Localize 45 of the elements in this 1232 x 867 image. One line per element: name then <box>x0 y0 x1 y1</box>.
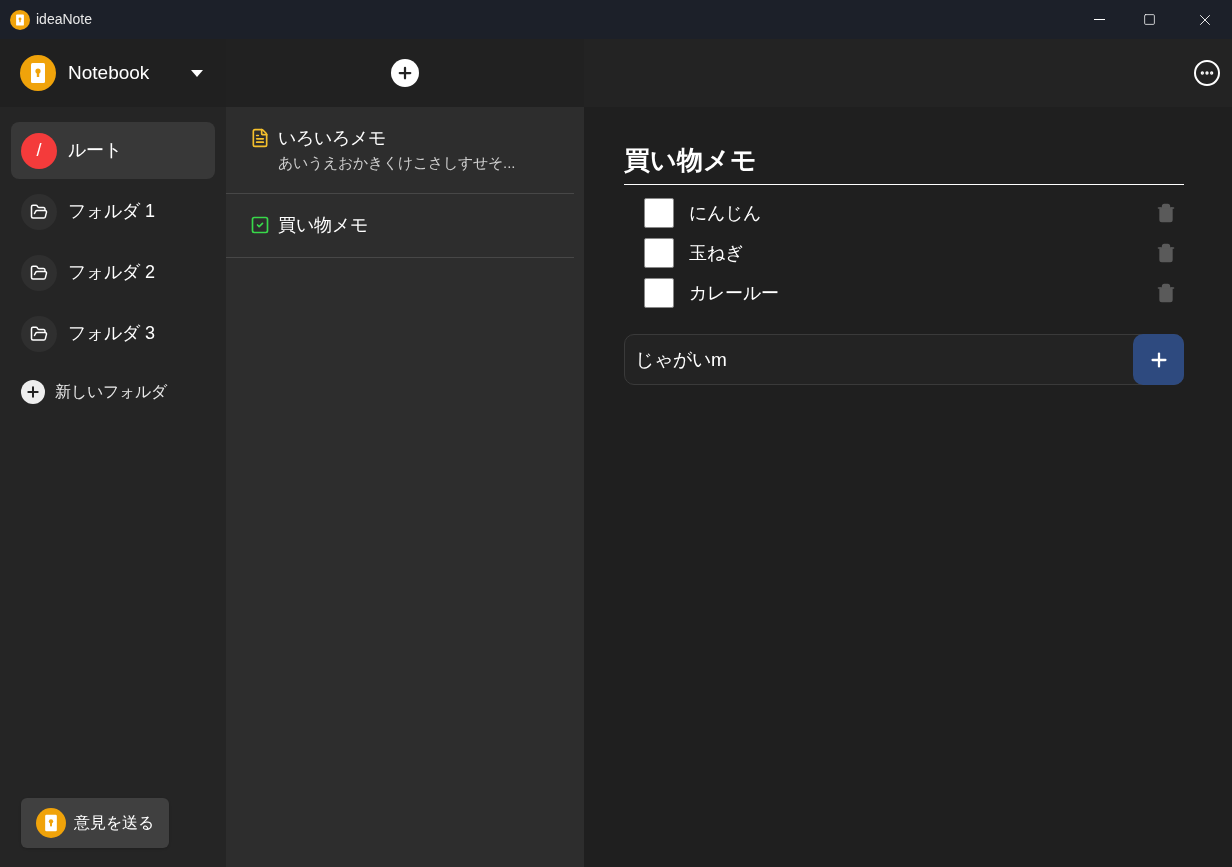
note-title-heading: 買い物メモ <box>624 141 1184 185</box>
folder-label: ルート <box>68 139 122 162</box>
delete-button[interactable] <box>1156 283 1176 303</box>
minimize-icon <box>1093 19 1105 20</box>
note-item[interactable]: いろいろメモ あいうえおかきくけこさしすせそ... <box>226 107 574 194</box>
folder-item[interactable]: フォルダ 3 <box>11 305 215 362</box>
plus-icon <box>21 380 45 404</box>
folder-icon <box>21 254 57 291</box>
item-label: にんじん <box>689 201 761 225</box>
folder-label: フォルダ 2 <box>68 261 155 284</box>
plus-icon <box>396 64 414 82</box>
delete-button[interactable] <box>1156 203 1176 223</box>
checkbox[interactable] <box>644 198 674 228</box>
new-folder-button[interactable]: 新しいフォルダ <box>11 372 215 412</box>
notebook-logo-icon <box>10 9 30 30</box>
folder-icon <box>21 193 57 230</box>
delete-button[interactable] <box>1156 243 1176 263</box>
note-item[interactable]: 買い物メモ <box>226 193 574 258</box>
note-preview: あいうえおかきくけこさしすせそ... <box>278 153 516 173</box>
document-icon <box>250 128 270 148</box>
add-note-button[interactable] <box>391 59 419 87</box>
item-label: カレールー <box>689 281 779 305</box>
root-icon: / <box>21 132 57 169</box>
folder-item[interactable]: フォルダ 2 <box>11 244 215 301</box>
note-title: いろいろメモ <box>278 127 387 150</box>
checkbox[interactable] <box>644 278 674 308</box>
checkbox[interactable] <box>644 238 674 268</box>
more-options-button[interactable] <box>1194 60 1220 86</box>
item-label: 玉ねぎ <box>689 241 743 265</box>
folder-label: フォルダ 1 <box>68 200 155 223</box>
folder-item[interactable]: / ルート <box>11 122 215 179</box>
note-title: 買い物メモ <box>278 213 368 237</box>
checklist-icon <box>250 214 270 235</box>
window-title: ideaNote <box>36 10 93 29</box>
notebook-logo-icon <box>36 808 66 838</box>
add-item-button[interactable] <box>1133 334 1184 385</box>
folder-item[interactable]: フォルダ 1 <box>11 183 215 240</box>
maximize-icon <box>1143 13 1156 26</box>
folder-label: フォルダ 3 <box>68 322 155 345</box>
notebook-dropdown-button[interactable] <box>190 68 204 78</box>
notebook-logo-icon <box>20 55 56 91</box>
notebook-name: Notebook <box>68 60 150 85</box>
feedback-button[interactable]: 意見を送る <box>21 798 169 848</box>
folder-icon <box>21 315 57 352</box>
caret-icon <box>190 68 204 78</box>
